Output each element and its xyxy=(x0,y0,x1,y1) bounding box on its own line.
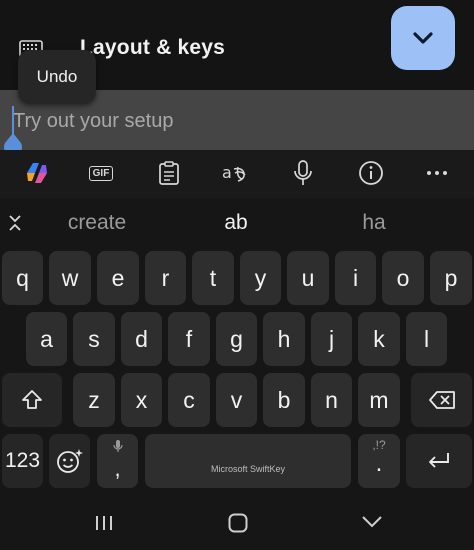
enter-key[interactable] xyxy=(406,434,472,488)
hide-keyboard-chevron-icon[interactable] xyxy=(360,513,384,531)
backspace-icon xyxy=(428,391,455,409)
home-icon[interactable] xyxy=(227,512,249,534)
period-key[interactable]: ,!? . xyxy=(358,434,400,488)
comma-label: , xyxy=(114,456,121,481)
emoji-sparkle-icon xyxy=(56,449,83,473)
key-i[interactable]: i xyxy=(335,251,376,305)
key-g[interactable]: g xyxy=(216,312,257,366)
key-h[interactable]: h xyxy=(263,312,305,366)
shift-key[interactable] xyxy=(2,373,62,427)
comma-key[interactable]: , xyxy=(97,434,138,488)
key-e[interactable]: e xyxy=(97,251,139,305)
collapse-keyboard-button[interactable] xyxy=(391,6,455,70)
microphone-icon xyxy=(294,160,312,185)
more-horizontal-icon xyxy=(427,171,447,175)
suggestion-right[interactable]: ha xyxy=(329,211,419,235)
gif-icon: GIF xyxy=(88,165,114,181)
key-f[interactable]: f xyxy=(168,312,210,366)
key-l[interactable]: l xyxy=(406,312,447,366)
page-title: Layout & keys xyxy=(80,36,225,59)
numbers-key[interactable]: 123 xyxy=(2,434,43,488)
undo-button[interactable]: Undo xyxy=(18,50,96,104)
input-placeholder: Try out your setup xyxy=(13,110,174,132)
space-brand-label: Microsoft SwiftKey xyxy=(210,464,286,474)
key-q[interactable]: q xyxy=(2,251,43,305)
copilot-button[interactable] xyxy=(22,158,52,188)
key-d[interactable]: d xyxy=(121,312,162,366)
key-b[interactable]: b xyxy=(263,373,305,427)
key-p[interactable]: p xyxy=(430,251,472,305)
key-c[interactable]: c xyxy=(168,373,210,427)
suggestion-left[interactable]: create xyxy=(52,211,142,235)
key-v[interactable]: v xyxy=(216,373,257,427)
info-icon xyxy=(359,161,383,185)
key-k[interactable]: k xyxy=(358,312,400,366)
key-r[interactable]: r xyxy=(145,251,186,305)
voice-input-button[interactable] xyxy=(288,158,318,188)
chevron-down-icon xyxy=(413,32,433,44)
key-a[interactable]: a xyxy=(26,312,67,366)
key-z[interactable]: z xyxy=(73,373,115,427)
enter-arrow-icon xyxy=(429,453,449,468)
backspace-key[interactable] xyxy=(411,373,472,427)
clipboard-icon xyxy=(159,161,179,185)
key-o[interactable]: o xyxy=(382,251,424,305)
copilot-icon xyxy=(27,163,47,183)
more-options-button[interactable] xyxy=(422,158,452,188)
key-j[interactable]: j xyxy=(311,312,352,366)
emoji-key[interactable] xyxy=(49,434,90,488)
text-cursor xyxy=(12,106,14,134)
translate-icon: a xyxy=(222,163,246,182)
suggestion-center[interactable]: ab xyxy=(191,211,281,235)
collapse-arrows-icon xyxy=(9,215,21,231)
clipboard-button[interactable] xyxy=(154,158,184,188)
microphone-small-icon xyxy=(112,440,123,452)
key-x[interactable]: x xyxy=(121,373,162,427)
key-u[interactable]: u xyxy=(287,251,329,305)
key-n[interactable]: n xyxy=(311,373,352,427)
shift-arrow-icon xyxy=(22,390,42,409)
collapse-suggestions-button[interactable] xyxy=(0,208,30,238)
key-m[interactable]: m xyxy=(358,373,400,427)
svg-text:a: a xyxy=(222,163,232,182)
info-button[interactable] xyxy=(356,158,386,188)
key-w[interactable]: w xyxy=(49,251,91,305)
key-t[interactable]: t xyxy=(192,251,234,305)
key-y[interactable]: y xyxy=(240,251,281,305)
period-label: . xyxy=(375,450,383,477)
translate-button[interactable]: a xyxy=(220,158,250,188)
space-key[interactable]: Microsoft SwiftKey xyxy=(145,434,351,488)
recent-apps-icon[interactable] xyxy=(94,514,114,532)
key-s[interactable]: s xyxy=(73,312,115,366)
gif-button[interactable]: GIF xyxy=(86,158,116,188)
